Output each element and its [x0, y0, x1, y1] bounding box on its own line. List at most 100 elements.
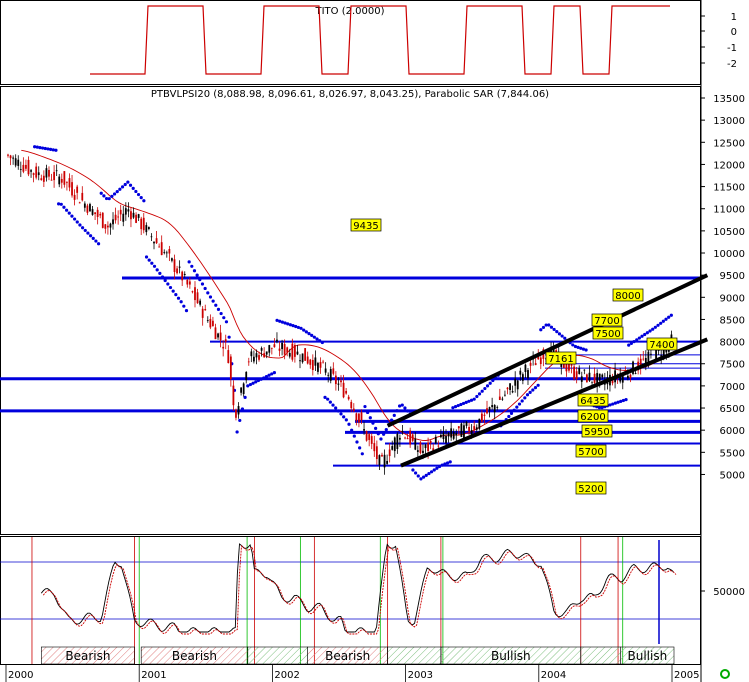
sar-dot [448, 460, 452, 464]
sar-dot [136, 192, 141, 197]
candle-body [122, 213, 125, 222]
candle-body [452, 432, 455, 439]
sar-dot [198, 277, 202, 282]
x-tick-label: 2004 [541, 670, 566, 681]
trend-band-label: Bullish [491, 649, 531, 663]
sar-dot [512, 408, 516, 412]
sar-dot [150, 261, 154, 265]
candle-body [42, 175, 45, 182]
sar-dot [363, 404, 367, 409]
sar-dot [648, 329, 652, 333]
candle-body [429, 440, 432, 444]
sar-dot [555, 330, 559, 334]
main-tick-label: 6500 [720, 404, 745, 415]
sar-dot [62, 205, 66, 209]
sar-dot [139, 196, 143, 200]
sar-dot [520, 399, 524, 403]
candle-body [199, 300, 202, 305]
candle-body [463, 425, 465, 439]
sar-dot [528, 390, 532, 394]
sar-dot [358, 446, 362, 450]
sar-dot [200, 282, 205, 286]
candle-body [219, 332, 222, 341]
candle-body [521, 374, 524, 381]
sar-dot [651, 327, 655, 331]
candle-body [30, 170, 32, 172]
candle-body [101, 212, 104, 228]
sar-dot [355, 440, 359, 444]
candle-body [478, 418, 481, 429]
candle-body [235, 409, 237, 418]
candle-body [509, 383, 511, 390]
refresh-icon[interactable] [720, 669, 730, 679]
sar-dot [115, 189, 119, 194]
sar-dot [73, 217, 77, 221]
candle-body [268, 345, 271, 353]
candle-body [391, 446, 394, 450]
candle-body [201, 308, 204, 318]
candle-body [483, 414, 486, 416]
candle-body [296, 351, 299, 355]
candle-body [386, 460, 389, 464]
sar-dot [368, 416, 372, 420]
sar-dot [384, 427, 388, 432]
candle-body [534, 363, 537, 366]
sar-dot [541, 325, 546, 330]
candle-body [89, 204, 91, 212]
sar-dot [549, 325, 554, 329]
sar-dot [406, 409, 410, 413]
sar-dot [624, 398, 628, 402]
candle-body [176, 268, 178, 274]
sar-dot [112, 192, 117, 196]
candle-body [55, 170, 58, 172]
candle-body [434, 436, 437, 444]
candle-body [155, 238, 158, 244]
sar-dot [224, 320, 229, 324]
candle-body [194, 287, 196, 301]
candle-body [255, 353, 258, 358]
sar-dot [435, 466, 439, 470]
sar-dot [126, 180, 130, 184]
candle-body [19, 169, 22, 170]
candle-body [50, 179, 53, 181]
sar-dot [643, 332, 647, 337]
sar-dot [421, 475, 426, 479]
sar-dot [67, 211, 71, 215]
sar-dot [392, 413, 396, 418]
candle-body [447, 432, 450, 437]
sar-dot [339, 412, 343, 416]
sar-dot [59, 202, 63, 206]
candle-body [319, 362, 322, 368]
candle-body [301, 353, 304, 363]
candle-body [378, 455, 381, 465]
candle-body [368, 434, 371, 440]
candle-body [306, 356, 309, 364]
sar-dot [91, 236, 95, 240]
trend-band [580, 646, 622, 665]
sar-dot [312, 335, 316, 339]
sar-dot [57, 202, 61, 206]
sar-dot [94, 239, 98, 243]
candle-body [147, 227, 150, 230]
candle-body [345, 391, 348, 394]
candle-body [35, 166, 38, 178]
candle-body [317, 362, 319, 372]
sar-dot [318, 339, 322, 343]
candle-body [124, 208, 127, 215]
sar-dot [669, 313, 673, 317]
chart-canvas: TITO (2.0000) 1 0 -1 -2 PTBVLPSI20 (8,088.9… [0, 0, 745, 682]
candle-body [250, 351, 253, 357]
candle-body [342, 382, 345, 398]
sar-dot [174, 293, 178, 297]
main-tick-label: 9000 [720, 293, 745, 304]
tito-y-axis: 1 0 -1 -2 [701, 12, 737, 70]
sar-dot [659, 321, 663, 325]
x-tick-label: 2000 [8, 670, 33, 681]
candle-body [327, 374, 330, 376]
sar-dot [299, 326, 303, 330]
level-label-text: 5950 [584, 427, 609, 438]
candle-body [145, 225, 148, 233]
candle-body [496, 407, 499, 408]
candle-body [25, 164, 27, 169]
candle-body [232, 385, 235, 406]
